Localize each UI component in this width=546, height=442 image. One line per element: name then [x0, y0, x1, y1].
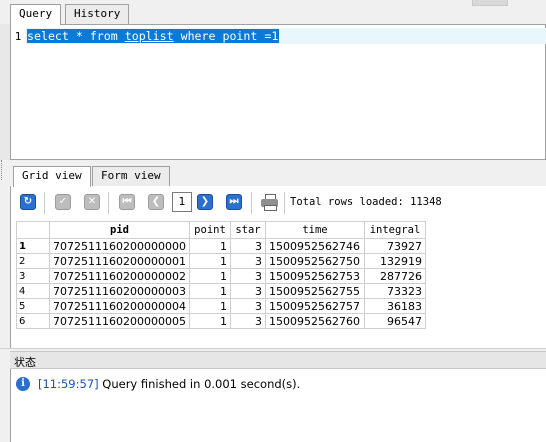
table-row[interactable]: 2 7072511160200000001 1 3 1500952562750 …	[16, 253, 426, 269]
tab-query[interactable]: Query	[10, 4, 62, 25]
sql-editor[interactable]: 1 select * from toplist where point =1	[10, 24, 546, 160]
first-page-icon[interactable]: ⏮	[119, 194, 135, 210]
cell-star[interactable]: 3	[229, 268, 266, 284]
print-icon[interactable]	[261, 194, 278, 211]
column-header-time[interactable]: time	[264, 221, 365, 239]
total-rows-label: Total rows loaded: 11348	[290, 196, 442, 208]
sql-text-end: where point =1	[173, 29, 279, 43]
table-row[interactable]: 4 7072511160200000003 1 3 1500952562755 …	[16, 283, 426, 299]
page-number-input[interactable]: 1	[172, 192, 192, 212]
cell-point[interactable]: 1	[188, 313, 231, 329]
refresh-icon[interactable]: ↻	[20, 194, 36, 210]
column-header-star[interactable]: star	[229, 221, 266, 239]
column-header-pid[interactable]: pid	[49, 221, 190, 239]
prev-page-icon[interactable]: ❮	[148, 194, 164, 210]
cell-time[interactable]: 1500952562753	[264, 268, 365, 284]
row-number: 3	[16, 268, 50, 284]
cell-star[interactable]: 3	[229, 283, 266, 299]
row-number: 6	[16, 313, 50, 329]
cell-integral[interactable]: 36183	[363, 298, 426, 314]
row-number: 4	[16, 283, 50, 299]
status-panel-header: 状态	[10, 351, 546, 369]
cell-time[interactable]: 1500952562746	[264, 238, 365, 254]
result-table: pid point star time integral 1 707251116…	[16, 221, 426, 329]
cell-pid[interactable]: 7072511160200000001	[49, 253, 190, 269]
cell-star[interactable]: 3	[229, 238, 266, 254]
cell-point[interactable]: 1	[188, 283, 231, 299]
sql-query-text[interactable]: select * from toplist where point =1	[27, 29, 280, 43]
grid-toolbar: ↻ ✓ ✕ ⏮ ❮ 1 ❯ ⏭ Total rows loaded: 11348	[10, 186, 546, 218]
table-row[interactable]: 3 7072511160200000002 1 3 1500952562753 …	[16, 268, 426, 284]
table-row[interactable]: 5 7072511160200000004 1 3 1500952562757 …	[16, 298, 426, 314]
row-number: 1	[16, 238, 50, 254]
cell-time[interactable]: 1500952562750	[264, 253, 365, 269]
row-number: 5	[16, 298, 50, 314]
line-number: 1	[14, 30, 22, 43]
cell-star[interactable]: 3	[229, 298, 266, 314]
query-tab-bar: Query History	[0, 0, 546, 25]
cancel-icon[interactable]: ✕	[84, 194, 100, 210]
sql-text-start: select * from	[27, 29, 125, 43]
editor-side-strip	[0, 24, 10, 160]
toolbar-separator	[284, 192, 285, 214]
tab-grid-view[interactable]: Grid view	[13, 166, 91, 187]
cell-integral[interactable]: 132919	[363, 253, 426, 269]
cell-point[interactable]: 1	[188, 238, 231, 254]
splitter-grip[interactable]	[1, 160, 8, 180]
cell-star[interactable]: 3	[229, 253, 266, 269]
result-grid: pid point star time integral 1 707251116…	[10, 218, 546, 348]
cell-pid[interactable]: 7072511160200000002	[49, 268, 190, 284]
tab-form-view[interactable]: Form view	[92, 166, 170, 186]
status-title: 状态	[14, 356, 36, 369]
cell-star[interactable]: 3	[229, 313, 266, 329]
tab-history[interactable]: History	[65, 4, 130, 24]
row-number: 2	[16, 253, 50, 269]
toolbar-separator	[44, 192, 45, 214]
current-line-highlight: select * from toplist where point =1	[25, 28, 546, 44]
cell-time[interactable]: 1500952562757	[264, 298, 365, 314]
cell-time[interactable]: 1500952562760	[264, 313, 365, 329]
cell-point[interactable]: 1	[188, 268, 231, 284]
cell-time[interactable]: 1500952562755	[264, 283, 365, 299]
cell-pid[interactable]: 7072511160200000005	[49, 313, 190, 329]
column-header-point[interactable]: point	[188, 221, 231, 239]
cell-pid[interactable]: 7072511160200000003	[49, 283, 190, 299]
next-page-icon[interactable]: ❯	[197, 194, 213, 210]
table-row[interactable]: 6 7072511160200000005 1 3 1500952562760 …	[16, 313, 426, 329]
status-panel: i [11:59:57] Query finished in 0.001 sec…	[10, 369, 546, 442]
cell-point[interactable]: 1	[188, 298, 231, 314]
cell-integral[interactable]: 73927	[363, 238, 426, 254]
cell-point[interactable]: 1	[188, 253, 231, 269]
status-timestamp: [11:59:57]	[38, 377, 99, 391]
cell-integral[interactable]: 287726	[363, 268, 426, 284]
column-header-integral[interactable]: integral	[363, 221, 426, 239]
cell-integral[interactable]: 73323	[363, 283, 426, 299]
cell-integral[interactable]: 96547	[363, 313, 426, 329]
toolbar-separator	[108, 192, 109, 214]
cell-pid[interactable]: 7072511160200000000	[49, 238, 190, 254]
info-icon: i	[16, 377, 30, 391]
window-control[interactable]	[472, 0, 508, 6]
status-text: Query finished in 0.001 second(s).	[102, 377, 301, 391]
check-icon[interactable]: ✓	[55, 194, 71, 210]
table-row[interactable]: 1 7072511160200000000 1 3 1500952562746 …	[16, 238, 426, 254]
header-row: pid point star time integral	[16, 221, 426, 239]
sql-table-name[interactable]: toplist	[125, 29, 174, 43]
row-number-header	[16, 221, 50, 239]
cell-pid[interactable]: 7072511160200000004	[49, 298, 190, 314]
toolbar-separator	[251, 192, 252, 214]
status-message: [11:59:57] Query finished in 0.001 secon…	[38, 377, 300, 391]
last-page-icon[interactable]: ⏭	[226, 194, 242, 210]
